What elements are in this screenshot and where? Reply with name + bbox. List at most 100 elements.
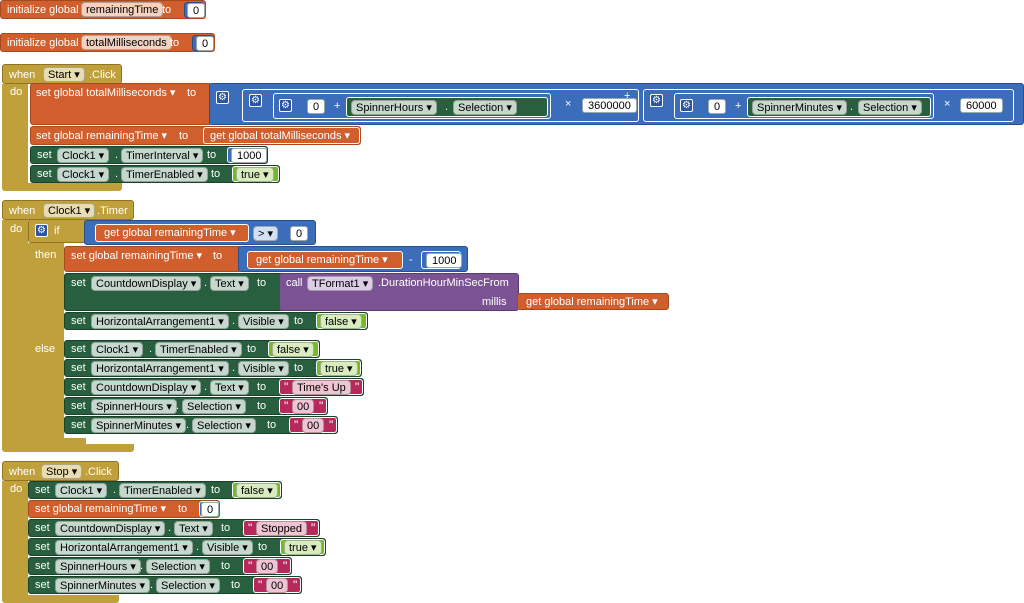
component-dropdown[interactable]: SpinnerHours ▾ <box>91 399 177 414</box>
number-field[interactable]: 1000 <box>426 253 463 268</box>
number-block[interactable]: 1000 <box>421 251 463 269</box>
get-total-ms-block[interactable]: get global totalMilliseconds ▾ <box>203 127 360 144</box>
subtract-block[interactable]: get global remainingTime ▾ - 1000 <box>238 246 468 272</box>
number-field[interactable]: 0 <box>187 3 206 18</box>
set-countdown-text-block[interactable]: set CountdownDisplay ▾ . Text ▾ to " Sto… <box>28 519 320 537</box>
component-dropdown[interactable]: HorizontalArrangement1 ▾ <box>91 361 229 376</box>
boolean-dropdown[interactable]: true ▾ <box>284 540 322 555</box>
get-remaining-time-block[interactable]: get global remainingTime ▾ <box>95 224 249 242</box>
text-block[interactable]: " 00 " <box>253 577 301 593</box>
mutator-gear-icon[interactable]: ⚙ <box>249 94 262 107</box>
boolean-block[interactable]: true ▾ <box>316 360 361 376</box>
property-dropdown[interactable]: TimerEnabled ▾ <box>119 483 206 498</box>
property-dropdown[interactable]: TimerEnabled ▾ <box>121 167 208 182</box>
number-block[interactable]: 0 <box>199 501 220 517</box>
set-spinner-hours-block[interactable]: set SpinnerHours ▾ . Selection ▾ to " 00… <box>28 557 292 575</box>
boolean-block[interactable]: false ▾ <box>316 313 367 329</box>
variable-name-field[interactable]: remainingTime <box>81 2 164 17</box>
text-block[interactable]: " Stopped " <box>243 520 319 536</box>
property-dropdown[interactable]: Selection ▾ <box>192 418 256 433</box>
text-field[interactable]: Time's Up <box>292 380 351 395</box>
set-spinner-minutes-block[interactable]: set SpinnerMinutes ▾ . Selection ▾ to " … <box>64 416 338 434</box>
mutator-gear-icon[interactable]: ⚙ <box>279 99 292 112</box>
text-field[interactable]: 00 <box>256 559 279 574</box>
component-dropdown[interactable]: SpinnerMinutes ▾ <box>752 100 848 115</box>
set-spinner-hours-block[interactable]: set SpinnerHours ▾ . Selection ▾ to " 00… <box>64 397 328 415</box>
set-arrangement-visible-block[interactable]: set HorizontalArrangement1 ▾ . Visible ▾… <box>64 312 368 330</box>
number-field[interactable]: 0 <box>708 99 727 114</box>
number-block[interactable]: 0 <box>192 35 215 51</box>
text-block[interactable]: " 00 " <box>289 417 337 433</box>
addition-block[interactable]: ⚙ ⚙ ⚙ 0 + SpinnerHours ▾ . Selection ▾ ×… <box>209 83 1024 125</box>
mutator-gear-icon[interactable]: ⚙ <box>216 91 229 104</box>
boolean-dropdown[interactable]: true ▾ <box>236 167 274 182</box>
set-countdown-text-block[interactable]: set CountdownDisplay ▾ . Text ▾ to <box>64 273 284 311</box>
spinner-minutes-getter[interactable]: SpinnerMinutes ▾ . Selection ▾ <box>747 97 931 117</box>
boolean-block[interactable]: false ▾ <box>232 482 281 498</box>
call-duration-block[interactable]: call TFormat1 ▾ .DurationHourMinSecFrom … <box>279 273 519 311</box>
set-arrangement-visible-block[interactable]: set HorizontalArrangement1 ▾ . Visible ▾… <box>64 359 362 377</box>
property-dropdown[interactable]: Selection ▾ <box>858 100 922 115</box>
add-block-minutes[interactable]: ⚙ 0 + SpinnerMinutes ▾ . Selection ▾ <box>674 93 934 119</box>
property-dropdown[interactable]: Visible ▾ <box>238 361 289 376</box>
component-dropdown[interactable]: Clock1 ▾ <box>57 167 110 182</box>
compare-block[interactable]: get global remainingTime ▾ > ▾ 0 <box>84 220 316 245</box>
property-dropdown[interactable]: Visible ▾ <box>238 314 289 329</box>
component-dropdown[interactable]: CountdownDisplay ▾ <box>91 276 202 291</box>
number-field[interactable]: 0 <box>290 226 309 241</box>
component-dropdown[interactable]: TFormat1 ▾ <box>307 276 374 291</box>
property-dropdown[interactable]: Text ▾ <box>174 521 213 536</box>
number-field[interactable]: 60000 <box>960 98 1003 113</box>
get-remaining-time-block[interactable]: get global remainingTime ▾ <box>247 251 403 269</box>
set-total-ms-block[interactable]: set global totalMilliseconds ▾ to <box>30 83 212 125</box>
component-dropdown[interactable]: Clock1 ▾ <box>91 342 144 357</box>
text-block[interactable]: " Time's Up " <box>279 379 363 395</box>
property-dropdown[interactable]: Selection ▾ <box>182 399 246 414</box>
text-block[interactable]: " 00 " <box>243 558 291 574</box>
init-total-ms-block[interactable]: initialize global totalMilliseconds to 0 <box>0 33 215 52</box>
set-remaining-time-block[interactable]: set global remainingTime ▾ to <box>64 246 242 272</box>
number-field[interactable]: 1000 <box>231 148 268 163</box>
clock-timer-event-block[interactable]: when Clock1 ▾ .Timer <box>2 200 134 220</box>
set-countdown-text-block[interactable]: set CountdownDisplay ▾ . Text ▾ to " Tim… <box>64 378 364 396</box>
property-dropdown[interactable]: TimerEnabled ▾ <box>155 342 242 357</box>
component-dropdown[interactable]: CountdownDisplay ▾ <box>55 521 166 536</box>
boolean-block[interactable]: true ▾ <box>280 539 325 555</box>
add-block-hours[interactable]: ⚙ 0 + SpinnerHours ▾ . Selection ▾ <box>273 93 551 119</box>
text-field[interactable]: 00 <box>302 418 325 433</box>
component-dropdown[interactable]: Stop ▾ <box>41 464 83 479</box>
boolean-dropdown[interactable]: false ▾ <box>236 483 278 498</box>
set-clock-enabled-block[interactable]: set Clock1 ▾ . TimerEnabled ▾ to false ▾ <box>64 340 320 358</box>
set-clock-enabled-block[interactable]: set Clock1 ▾ . TimerEnabled ▾ to true ▾ <box>30 165 280 183</box>
mutator-gear-icon[interactable]: ⚙ <box>35 224 48 237</box>
variable-name-field[interactable]: totalMilliseconds <box>81 35 172 50</box>
text-field[interactable]: 00 <box>292 399 315 414</box>
component-dropdown[interactable]: SpinnerMinutes ▾ <box>91 418 187 433</box>
component-dropdown[interactable]: SpinnerHours ▾ <box>55 559 141 574</box>
component-dropdown[interactable]: Clock1 ▾ <box>55 483 108 498</box>
boolean-dropdown[interactable]: false ▾ <box>320 314 362 329</box>
number-field[interactable]: 0 <box>196 36 215 51</box>
boolean-block[interactable]: false ▾ <box>268 341 319 357</box>
property-dropdown[interactable]: Text ▾ <box>210 276 249 291</box>
number-block[interactable]: 1000 <box>227 147 268 163</box>
component-dropdown[interactable]: SpinnerMinutes ▾ <box>55 578 151 593</box>
component-dropdown[interactable]: SpinnerHours ▾ <box>351 100 437 115</box>
mutator-gear-icon[interactable]: ⚙ <box>680 99 693 112</box>
property-dropdown[interactable]: TimerInterval ▾ <box>121 148 204 163</box>
set-spinner-minutes-block[interactable]: set SpinnerMinutes ▾ . Selection ▾ to " … <box>28 576 302 594</box>
set-clock-enabled-block[interactable]: set Clock1 ▾ . TimerEnabled ▾ to false ▾ <box>28 481 282 499</box>
number-field[interactable]: 0 <box>307 99 326 114</box>
property-dropdown[interactable]: Selection ▾ <box>146 559 210 574</box>
number-block[interactable]: 0 <box>184 2 206 18</box>
get-remaining-time-block[interactable]: get global remainingTime ▾ <box>517 293 669 310</box>
property-dropdown[interactable]: Selection ▾ <box>453 100 517 115</box>
multiply-block-minutes[interactable]: ⚙ ⚙ 0 + SpinnerMinutes ▾ . Selection ▾ ×… <box>643 89 1014 122</box>
set-arrangement-visible-block[interactable]: set HorizontalArrangement1 ▾ . Visible ▾… <box>28 538 326 556</box>
set-remaining-time-block[interactable]: set global remainingTime ▾ to get global… <box>30 126 361 145</box>
multiply-block-hours[interactable]: ⚙ ⚙ 0 + SpinnerHours ▾ . Selection ▾ × 3… <box>242 89 639 122</box>
init-remaining-time-block[interactable]: initialize global remainingTime to 0 <box>0 0 206 19</box>
text-field[interactable]: 00 <box>266 578 289 593</box>
boolean-dropdown[interactable]: false ▾ <box>272 342 314 357</box>
operator-dropdown[interactable]: > ▾ <box>253 226 279 241</box>
